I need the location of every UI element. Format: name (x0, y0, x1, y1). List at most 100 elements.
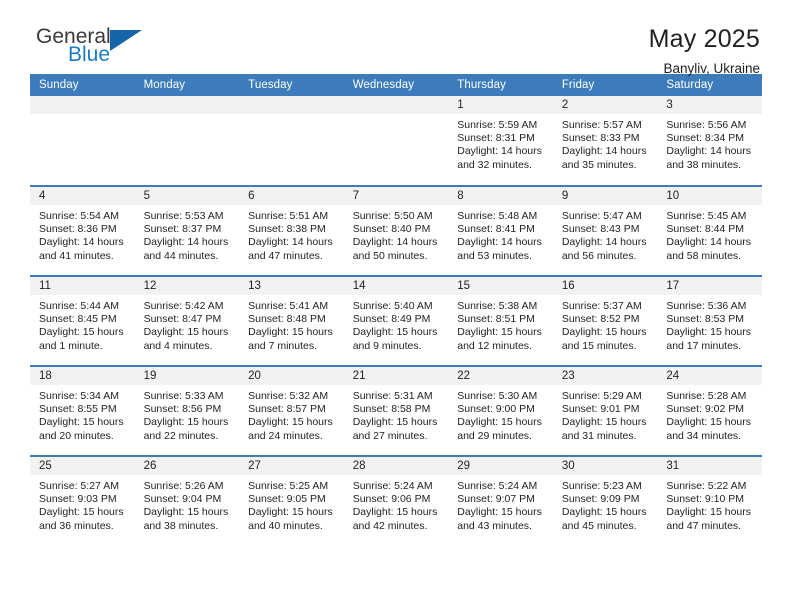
day-cell[interactable]: 15 Sunrise: 5:38 AM Sunset: 8:51 PM Dayligh… (448, 275, 553, 366)
sunset-text: Sunset: 9:05 PM (248, 493, 326, 506)
daylight-text-cont: and 24 minutes. (248, 429, 323, 442)
day-cell[interactable]: 23 Sunrise: 5:29 AM Sunset: 9:01 PM Dayligh… (552, 365, 658, 456)
sunset-text: Sunset: 9:01 PM (561, 403, 640, 416)
day-number: 9 (552, 187, 658, 205)
sunset-text: Sunset: 8:57 PM (248, 403, 326, 416)
sunrise-text: Sunrise: 5:32 AM (248, 390, 329, 402)
day-cell[interactable]: 11 Sunrise: 5:44 AM Sunset: 8:45 PM Dayligh… (30, 275, 135, 366)
daylight-text-cont: and 44 minutes. (143, 249, 219, 262)
daylight-text: Daylight: 14 hours (457, 145, 542, 158)
sunrise-text: Sunrise: 5:57 AM (561, 119, 642, 131)
daylight-text: Daylight: 14 hours (561, 145, 647, 158)
day-cell[interactable]: 28 Sunrise: 5:24 AM Sunset: 9:06 PM Dayligh… (343, 455, 449, 546)
sunset-text: Sunset: 8:37 PM (143, 223, 222, 236)
sunset-text: Sunset: 8:47 PM (143, 313, 222, 326)
daylight-text: Daylight: 14 hours (666, 145, 752, 158)
masthead: General Blue May 2025 Banyliv, Ukraine (30, 0, 762, 75)
day-cell[interactable] (134, 96, 240, 186)
sunrise-text: Sunrise: 5:33 AM (143, 390, 224, 402)
day-cell[interactable]: 26 Sunrise: 5:26 AM Sunset: 9:04 PM Dayligh… (134, 455, 240, 546)
day-cell[interactable]: 16 Sunrise: 5:37 AM Sunset: 8:52 PM Dayligh… (552, 275, 658, 366)
sunset-text: Sunset: 8:56 PM (143, 403, 222, 416)
day-cell[interactable]: 12 Sunrise: 5:42 AM Sunset: 8:47 PM Dayligh… (134, 275, 240, 366)
day-cell[interactable]: 27 Sunrise: 5:25 AM Sunset: 9:05 PM Dayligh… (239, 455, 344, 546)
day-number: 10 (657, 187, 762, 205)
daylight-text: Daylight: 15 hours (457, 506, 542, 519)
daylight-text: Daylight: 15 hours (39, 506, 124, 519)
day-cell[interactable]: 14 Sunrise: 5:40 AM Sunset: 8:49 PM Dayligh… (343, 275, 449, 366)
sunrise-text: Sunrise: 5:28 AM (666, 390, 747, 402)
sunrise-text: Sunrise: 5:47 AM (561, 210, 642, 222)
day-cell[interactable]: 1 Sunrise: 5:59 AM Sunset: 8:31 PM Daylight… (448, 96, 553, 186)
daylight-text: Daylight: 14 hours (457, 236, 542, 249)
sunset-text: Sunset: 8:49 PM (352, 313, 431, 326)
brand-logo[interactable]: General Blue (30, 26, 156, 65)
day-number: 11 (30, 277, 135, 295)
day-number: 19 (134, 367, 240, 385)
day-number: 17 (657, 277, 762, 295)
sunset-text: Sunset: 8:45 PM (39, 313, 117, 326)
daylight-text-cont: and 36 minutes. (39, 519, 114, 532)
daylight-text-cont: and 43 minutes. (457, 519, 532, 532)
day-cell[interactable]: 19 Sunrise: 5:33 AM Sunset: 8:56 PM Dayligh… (134, 365, 240, 456)
sunrise-text: Sunrise: 5:24 AM (457, 480, 538, 492)
day-cell[interactable]: 5 Sunrise: 5:53 AM Sunset: 8:37 PM Daylight… (134, 185, 240, 276)
day-cell[interactable]: 20 Sunrise: 5:32 AM Sunset: 8:57 PM Dayligh… (239, 365, 344, 456)
day-cell[interactable]: 22 Sunrise: 5:30 AM Sunset: 9:00 PM Dayligh… (448, 365, 553, 456)
daylight-text: Daylight: 15 hours (666, 506, 752, 519)
calendar-grid: Sunday Monday Tuesday Wednesday Thursday… (30, 74, 762, 546)
sunset-text: Sunset: 8:55 PM (39, 403, 117, 416)
day-number: 26 (134, 457, 240, 475)
weekday-header-thursday: Thursday (448, 74, 553, 96)
day-cell[interactable]: 13 Sunrise: 5:41 AM Sunset: 8:48 PM Dayligh… (239, 275, 344, 366)
day-cell[interactable]: 2 Sunrise: 5:57 AM Sunset: 8:33 PM Daylight… (552, 96, 658, 186)
daylight-text: Daylight: 15 hours (352, 326, 438, 339)
sunrise-text: Sunrise: 5:34 AM (39, 390, 119, 402)
day-cell[interactable]: 8 Sunrise: 5:48 AM Sunset: 8:41 PM Daylight… (448, 185, 553, 276)
day-number: 7 (343, 187, 449, 205)
day-cell[interactable]: 21 Sunrise: 5:31 AM Sunset: 8:58 PM Dayligh… (343, 365, 449, 456)
sunset-text: Sunset: 9:09 PM (561, 493, 640, 506)
day-number: 25 (30, 457, 135, 475)
sunset-text: Sunset: 9:06 PM (352, 493, 431, 506)
day-number: 5 (134, 187, 240, 205)
day-cell[interactable]: 9 Sunrise: 5:47 AM Sunset: 8:43 PM Daylight… (552, 185, 658, 276)
day-cell[interactable]: 17 Sunrise: 5:36 AM Sunset: 8:53 PM Dayligh… (657, 275, 762, 366)
day-cell[interactable]: 31 Sunrise: 5:22 AM Sunset: 9:10 PM Dayligh… (657, 455, 762, 546)
daylight-text: Daylight: 14 hours (352, 236, 438, 249)
day-cell[interactable]: 24 Sunrise: 5:28 AM Sunset: 9:02 PM Dayligh… (657, 365, 762, 456)
daylight-text: Daylight: 15 hours (248, 416, 333, 429)
day-cell[interactable]: 29 Sunrise: 5:24 AM Sunset: 9:07 PM Dayligh… (448, 455, 553, 546)
day-cell[interactable]: 10 Sunrise: 5:45 AM Sunset: 8:44 PM Dayligh… (657, 185, 762, 276)
day-cell[interactable] (239, 96, 344, 186)
sunset-text: Sunset: 8:58 PM (352, 403, 431, 416)
day-number: 22 (448, 367, 553, 385)
page-title: May 2025 (648, 25, 760, 53)
day-cell[interactable]: 18 Sunrise: 5:34 AM Sunset: 8:55 PM Dayligh… (30, 365, 135, 456)
day-number: 30 (552, 457, 658, 475)
day-cell[interactable]: 6 Sunrise: 5:51 AM Sunset: 8:38 PM Daylight… (239, 185, 344, 276)
day-cell[interactable]: 4 Sunrise: 5:54 AM Sunset: 8:36 PM Daylight… (30, 185, 135, 276)
day-cell[interactable]: 25 Sunrise: 5:27 AM Sunset: 9:03 PM Dayligh… (30, 455, 135, 546)
daylight-text: Daylight: 15 hours (457, 416, 542, 429)
day-number: 18 (30, 367, 135, 385)
sunrise-text: Sunrise: 5:54 AM (39, 210, 119, 222)
day-cell[interactable]: 30 Sunrise: 5:23 AM Sunset: 9:09 PM Dayligh… (552, 455, 658, 546)
daylight-text: Daylight: 15 hours (143, 326, 229, 339)
sunset-text: Sunset: 9:02 PM (666, 403, 745, 416)
sunrise-text: Sunrise: 5:53 AM (143, 210, 224, 222)
daylight-text-cont: and 47 minutes. (666, 519, 742, 532)
calendar-week-row: 4 Sunrise: 5:54 AM Sunset: 8:36 PM Daylight… (30, 185, 762, 276)
daylight-text: Daylight: 15 hours (248, 506, 333, 519)
day-cell[interactable] (343, 96, 449, 186)
weekday-header-monday: Monday (134, 74, 240, 96)
sunrise-text: Sunrise: 5:48 AM (457, 210, 538, 222)
sunrise-text: Sunrise: 5:37 AM (561, 300, 642, 312)
sunrise-text: Sunrise: 5:56 AM (666, 119, 747, 131)
day-cell[interactable] (30, 96, 135, 186)
day-cell[interactable]: 3 Sunrise: 5:56 AM Sunset: 8:34 PM Daylight… (657, 96, 762, 186)
day-number: 15 (448, 277, 553, 295)
sunset-text: Sunset: 8:33 PM (561, 132, 640, 145)
daylight-text: Daylight: 14 hours (39, 236, 124, 249)
day-cell[interactable]: 7 Sunrise: 5:50 AM Sunset: 8:40 PM Daylight… (343, 185, 449, 276)
